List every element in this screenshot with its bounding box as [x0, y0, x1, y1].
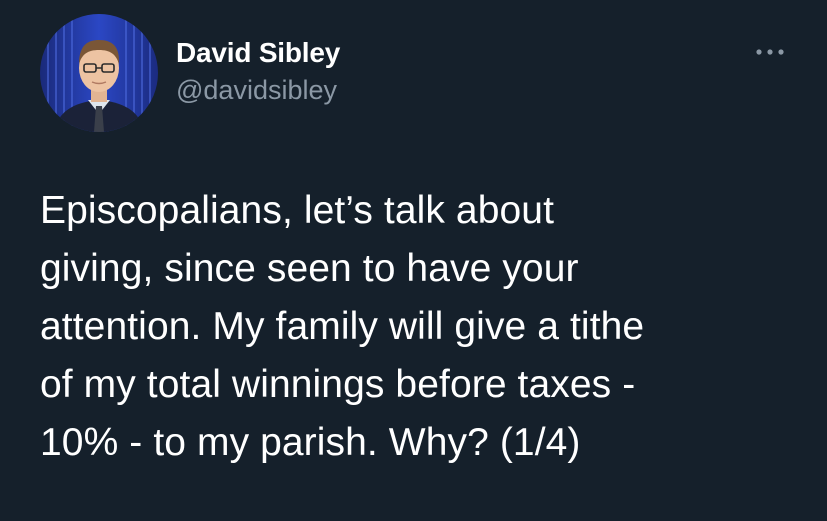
author-info: David Sibley @davidsibley [176, 36, 340, 106]
profile-photo-icon [40, 14, 158, 132]
more-options-button[interactable] [750, 38, 790, 66]
more-horizontal-icon [756, 49, 784, 55]
tweet-text: Episcopalians, let’s talk about giving, … [40, 189, 645, 464]
avatar[interactable] [40, 14, 158, 132]
user-handle[interactable]: @davidsibley [176, 74, 340, 106]
display-name[interactable]: David Sibley [176, 36, 340, 70]
tweet-card: David Sibley @davidsibley Episcopalians,… [0, 0, 827, 521]
